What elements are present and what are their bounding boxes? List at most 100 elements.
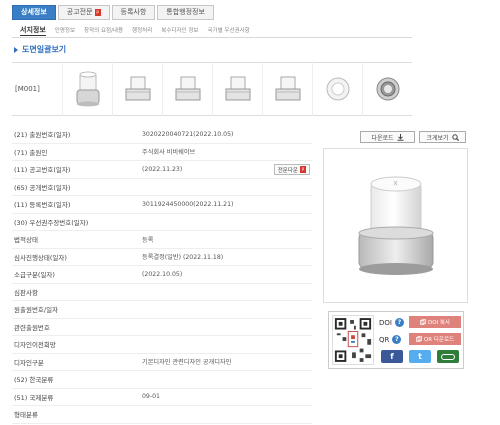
subtab-multi-design[interactable]: 복수디자인 정보 xyxy=(161,26,198,34)
table-row: (11) 등록번호(일자) 3011924450000(2022.11.21) xyxy=(12,196,312,214)
magnifier-icon xyxy=(451,133,459,141)
twitter-icon[interactable]: t xyxy=(409,350,431,363)
table-row: 관련출원번호 xyxy=(12,319,312,336)
full-text-download-button[interactable]: 전문다운 P xyxy=(273,164,310,175)
subtab-bibliographic[interactable]: 서지정보 xyxy=(20,25,46,36)
qr-text: QR xyxy=(379,335,390,344)
band-icon[interactable] xyxy=(437,350,459,363)
field-value[interactable]: 주식회사 비비쉐이브 xyxy=(142,147,195,156)
section-title: 도면일괄보기 xyxy=(14,44,66,55)
field-label: (21) 출원번호(일자) xyxy=(14,131,71,140)
pdf-icon: P xyxy=(300,166,306,173)
table-row: (11) 공고번호(일자) (2022.11.23) 전문다운 P xyxy=(12,161,312,179)
zoom-button[interactable]: 크게보기 xyxy=(419,131,466,143)
top-tabs: 상세정보 공고전문 P 등록사항 통합행정정보 xyxy=(12,5,216,22)
field-label: 디자인구분 xyxy=(14,358,44,367)
tab-registration[interactable]: 등록사항 xyxy=(111,5,156,20)
field-label: 심사진행상태(일자) xyxy=(14,253,67,262)
field-label: (11) 등록번호(일자) xyxy=(14,201,71,210)
bibliographic-table: (21) 출원번호(일자) 3020220040721(2022.10.05) (… xyxy=(12,126,312,424)
drawing-thumbnail[interactable] xyxy=(212,62,262,116)
tab-label: 통합행정정보 xyxy=(166,8,205,16)
doi-copy-button[interactable]: DOI 복사 xyxy=(409,316,461,328)
button-label: 크게보기 xyxy=(426,134,449,142)
button-label: 다운로드 xyxy=(371,134,394,142)
help-icon[interactable]: ? xyxy=(394,318,404,327)
table-row: 형태분류 xyxy=(12,406,312,424)
field-label: 형태분류 xyxy=(14,411,38,420)
product-back-view-icon xyxy=(175,76,200,101)
subtab-person-info[interactable]: 인명정보 xyxy=(55,26,75,34)
field-label: 원출원번호/일자 xyxy=(14,306,59,315)
product-bottom-view-icon xyxy=(376,77,399,101)
table-row: 법적상태 등록 xyxy=(12,231,312,249)
drawing-thumbnail[interactable] xyxy=(112,62,162,116)
divider xyxy=(12,37,412,38)
download-icon xyxy=(397,133,404,141)
field-value: 등록결정(일반) (2022.11.18) xyxy=(142,254,224,262)
product-left-view-icon xyxy=(225,76,250,101)
tab-announcement[interactable]: 공고전문 P xyxy=(57,5,110,20)
table-row: 심판사항 xyxy=(12,284,312,301)
drawing-thumbnail[interactable] xyxy=(312,62,362,116)
table-row: (65) 공개번호(일자) xyxy=(12,179,312,196)
button-label: QR 다운로드 xyxy=(423,337,455,343)
design-preview-image[interactable] xyxy=(323,148,468,303)
subtab-priority[interactable]: 국가별 우선권사항 xyxy=(207,26,249,34)
help-icon[interactable]: ? xyxy=(392,335,402,344)
pdf-icon: P xyxy=(94,9,101,16)
tab-label: 등록사항 xyxy=(120,8,147,16)
field-label: (30) 우선권주장번호(일자) xyxy=(14,218,89,227)
subtab-admin-process[interactable]: 행정처리 xyxy=(132,26,152,34)
share-box: DOI? DOI 복사 QR? QR 다운로드 f t xyxy=(328,311,464,369)
table-row: (52) 한국분류 xyxy=(12,371,312,389)
product-top-view-icon xyxy=(326,77,349,101)
table-row: (51) 국제분류 09-01 xyxy=(12,389,312,406)
field-value: 3011924450000(2022.11.21) xyxy=(142,200,234,208)
qr-download-button[interactable]: QR 다운로드 xyxy=(409,333,461,345)
field-label: 법적상태 xyxy=(14,236,38,245)
product-front-view-icon xyxy=(125,76,150,101)
field-label: (52) 한국분류 xyxy=(14,376,54,385)
product-right-view-icon xyxy=(275,76,300,101)
field-value: 기본디자인 관련디자인 공개디자인 xyxy=(142,359,232,367)
tab-admin-info[interactable]: 통합행정정보 xyxy=(157,5,214,20)
field-label: 디자인이전회망 xyxy=(14,341,56,350)
field-value: (2022.10.05) xyxy=(142,270,183,278)
band-logo-shape xyxy=(441,353,455,360)
table-row: (30) 우선권주장번호(일자) xyxy=(12,214,312,231)
sub-tabs: 서지정보 인명정보 창작의 요점/내용 행정처리 복수디자인 정보 국가별 우선… xyxy=(20,23,259,37)
field-label: 심판사항 xyxy=(14,288,38,297)
doi-label: DOI? xyxy=(379,318,404,327)
product-image xyxy=(358,176,433,275)
table-row: 소급구분(일자) (2022.10.05) xyxy=(12,266,312,284)
copy-icon xyxy=(420,319,426,325)
field-label: (71) 출원인 xyxy=(14,148,48,157)
tab-label: 상세정보 xyxy=(21,8,47,16)
drawing-thumbnail[interactable] xyxy=(262,62,312,116)
field-value: (2022.11.23) xyxy=(142,165,183,173)
model-label: [M001] xyxy=(15,85,40,93)
field-label: (65) 공개번호(일자) xyxy=(14,183,71,192)
table-row: (71) 출원인 주식회사 비비쉐이브 xyxy=(12,144,312,161)
field-value: 등록 xyxy=(142,236,154,244)
table-row: (21) 출원번호(일자) 3020220040721(2022.10.05) xyxy=(12,126,312,144)
qr-code-image[interactable] xyxy=(332,315,374,365)
drawing-thumbnail[interactable] xyxy=(362,62,412,116)
subtab-creation-points[interactable]: 창작의 요점/내용 xyxy=(84,26,123,34)
field-value: 3020220040721(2022.10.05) xyxy=(142,130,234,138)
drawing-thumbnail[interactable] xyxy=(162,62,212,116)
field-label: 관련출원번호 xyxy=(14,323,50,332)
qr-label: QR? xyxy=(379,335,402,344)
copy-icon xyxy=(416,336,422,342)
field-label: 소급구분(일자) xyxy=(14,271,55,280)
download-button[interactable]: 다운로드 xyxy=(360,131,415,143)
tab-detail-info[interactable]: 상세정보 xyxy=(12,5,56,20)
button-label: DOI 복사 xyxy=(427,320,451,326)
field-label: (51) 국제분류 xyxy=(14,393,54,402)
drawing-thumbnails: [M001] xyxy=(12,62,412,116)
arrow-icon xyxy=(14,46,18,53)
facebook-icon[interactable]: f xyxy=(381,350,403,363)
drawing-thumbnail[interactable] xyxy=(62,62,112,116)
product-perspective-icon xyxy=(76,71,99,107)
